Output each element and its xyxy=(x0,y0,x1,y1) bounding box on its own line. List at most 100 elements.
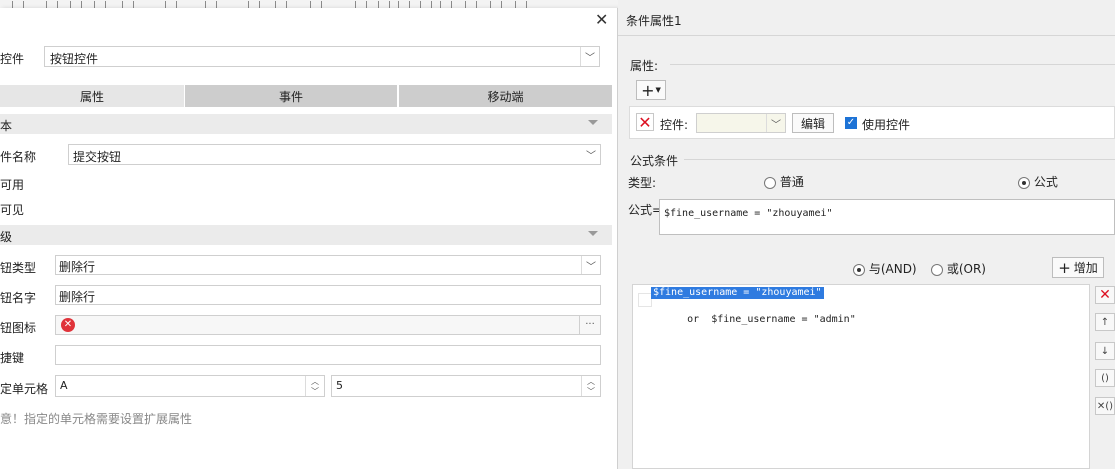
formula-value: $fine_username = "zhouyamei" xyxy=(664,208,833,219)
cell-column-stepper[interactable]: A ︿ ﹀ xyxy=(55,375,325,397)
spin-up-icon[interactable]: ︿ xyxy=(306,376,324,386)
button-type-label: 钮类型 xyxy=(0,261,37,275)
shortcut-label: 捷键 xyxy=(0,351,25,365)
column-spin: ︿ ﹀ xyxy=(305,376,324,396)
spin-down-icon[interactable]: ﹀ xyxy=(582,386,600,396)
chevron-down-icon[interactable]: ﹀ xyxy=(581,256,600,274)
radio-icon xyxy=(764,176,776,189)
condition-text: $fine_username = "zhouyamei" xyxy=(653,287,822,298)
radio-icon xyxy=(1018,176,1030,189)
cell-label: 定单元格 xyxy=(0,382,49,396)
tab-label: 事件 xyxy=(278,89,303,104)
widget-name-value: 提交按钮 xyxy=(73,150,122,164)
radio-icon xyxy=(853,263,865,276)
section-basic[interactable]: 本 xyxy=(0,114,612,134)
chevron-down-icon[interactable]: ﹀ xyxy=(766,114,785,132)
ungroup-button[interactable]: ✕() xyxy=(1095,397,1115,415)
button-type-value: 删除行 xyxy=(59,260,96,274)
collapse-icon[interactable] xyxy=(588,120,598,125)
and-radio[interactable]: 与(AND) xyxy=(853,260,917,277)
tab-label: 移动端 xyxy=(487,89,524,104)
add-button-label: 增加 xyxy=(1073,261,1098,275)
chevron-down-icon[interactable]: ﹀ xyxy=(580,47,599,66)
radio-label: 或(OR) xyxy=(946,262,986,276)
panel-title: 条件属性1 xyxy=(626,14,682,28)
edit-button-label: 编辑 xyxy=(800,116,825,131)
expand-icon[interactable] xyxy=(638,293,652,307)
arrow-up-icon: ↑ xyxy=(1100,316,1110,328)
delete-icon: ✕ xyxy=(1099,287,1111,303)
delete-icon[interactable]: ✕ xyxy=(636,113,654,132)
group-icon: () xyxy=(1101,372,1109,384)
formula-label: 公式= xyxy=(628,203,663,217)
section-title: 本 xyxy=(0,119,13,133)
cell-row-stepper[interactable]: 5 ︿ ﹀ xyxy=(331,375,601,397)
use-control-checkbox[interactable]: ✓ xyxy=(845,117,857,129)
tab-properties[interactable]: 属性 xyxy=(0,85,184,107)
control-label: 控件: xyxy=(660,118,689,132)
button-name-value: 删除行 xyxy=(59,290,96,304)
formula-condition-title: 公式条件 xyxy=(630,154,679,168)
condition-attributes-panel: 条件属性1 属性: + ▼ ✕ 控件: ﹀ 编辑 ✓ 使用控件 公式条件 类型: … xyxy=(618,0,1115,469)
type-normal-radio[interactable]: 普通 xyxy=(764,173,804,190)
condition-prefix: or xyxy=(687,314,700,325)
control-type-value: 按钮控件 xyxy=(50,52,99,66)
formula-input[interactable]: $fine_username = "zhouyamei" xyxy=(659,199,1115,235)
radio-label: 与(AND) xyxy=(868,262,917,276)
cell-note: 意！指定的单元格需要设置扩展属性 xyxy=(0,412,193,426)
use-control-label: 使用控件 xyxy=(862,118,911,132)
condition-text: $fine_username = "admin" xyxy=(711,314,856,325)
radio-icon xyxy=(931,263,943,276)
property-label: 属性: xyxy=(630,59,659,73)
control-label: 控件 xyxy=(0,52,25,66)
plus-icon: + xyxy=(1058,258,1071,277)
button-type-select[interactable]: 删除行 ﹀ xyxy=(55,255,601,275)
spin-down-icon[interactable]: ﹀ xyxy=(306,386,324,396)
move-up-button[interactable]: ↑ xyxy=(1095,313,1115,331)
type-label: 类型: xyxy=(628,176,657,190)
radio-label: 普通 xyxy=(779,175,804,189)
type-formula-radio[interactable]: 公式 xyxy=(1018,173,1058,190)
tab-mobile[interactable]: 移动端 xyxy=(399,85,612,107)
list-item[interactable]: or $fine_username = "admin" xyxy=(651,302,856,325)
more-icon[interactable]: ··· xyxy=(579,316,600,334)
button-icon-label: 钮图标 xyxy=(0,321,37,335)
collapse-icon[interactable] xyxy=(588,231,598,236)
button-name-label: 钮名字 xyxy=(0,291,37,305)
control-select[interactable]: ﹀ xyxy=(696,113,786,133)
button-name-input[interactable]: 删除行 xyxy=(55,285,601,305)
condition-list[interactable]: $fine_username = "zhouyamei" or $fine_us… xyxy=(632,284,1090,469)
or-radio[interactable]: 或(OR) xyxy=(931,260,986,277)
chevron-down-icon: ▼ xyxy=(655,86,661,94)
ungroup-icon: ✕() xyxy=(1096,400,1114,412)
chevron-down-icon[interactable]: ﹀ xyxy=(582,145,600,164)
button-icon-field[interactable]: ✕ ··· xyxy=(55,315,601,335)
section-title: 级 xyxy=(0,230,13,244)
move-down-button[interactable]: ↓ xyxy=(1095,342,1115,360)
add-property-button[interactable]: + ▼ xyxy=(636,80,666,100)
widget-name-label: 件名称 xyxy=(0,150,37,164)
control-condition-row: ✕ 控件: ﹀ 编辑 ✓ 使用控件 xyxy=(629,106,1115,139)
visible-label[interactable]: 可见 xyxy=(0,201,24,218)
cell-row-value: 5 xyxy=(336,379,343,392)
row-spin: ︿ ﹀ xyxy=(581,376,600,396)
delete-condition-button[interactable]: ✕ xyxy=(1095,286,1115,304)
spin-up-icon[interactable]: ︿ xyxy=(582,376,600,386)
shortcut-input[interactable] xyxy=(55,345,601,365)
enabled-label[interactable]: 可用 xyxy=(0,176,24,193)
tab-label: 属性 xyxy=(79,89,104,104)
edit-button[interactable]: 编辑 xyxy=(792,113,834,133)
plus-icon: + xyxy=(641,80,655,100)
tab-events[interactable]: 事件 xyxy=(185,85,397,107)
widget-settings-dialog: ✕ 控件 按钮控件 ﹀ 属性 事件 移动端 本 件名称 提交按钮 ﹀ 可用 可见… xyxy=(0,8,618,469)
widget-name-select[interactable]: 提交按钮 ﹀ xyxy=(68,144,601,165)
section-advanced[interactable]: 级 xyxy=(0,225,612,245)
group-button[interactable]: () xyxy=(1095,369,1115,387)
radio-label: 公式 xyxy=(1033,175,1058,189)
cell-column-value: A xyxy=(60,379,68,392)
list-item[interactable]: $fine_username = "zhouyamei" xyxy=(651,287,824,299)
close-icon[interactable]: ✕ xyxy=(595,10,608,29)
remove-icon[interactable]: ✕ xyxy=(61,318,75,332)
control-type-select[interactable]: 按钮控件 ﹀ xyxy=(44,46,600,67)
add-condition-button[interactable]: + 增加 xyxy=(1052,257,1104,278)
